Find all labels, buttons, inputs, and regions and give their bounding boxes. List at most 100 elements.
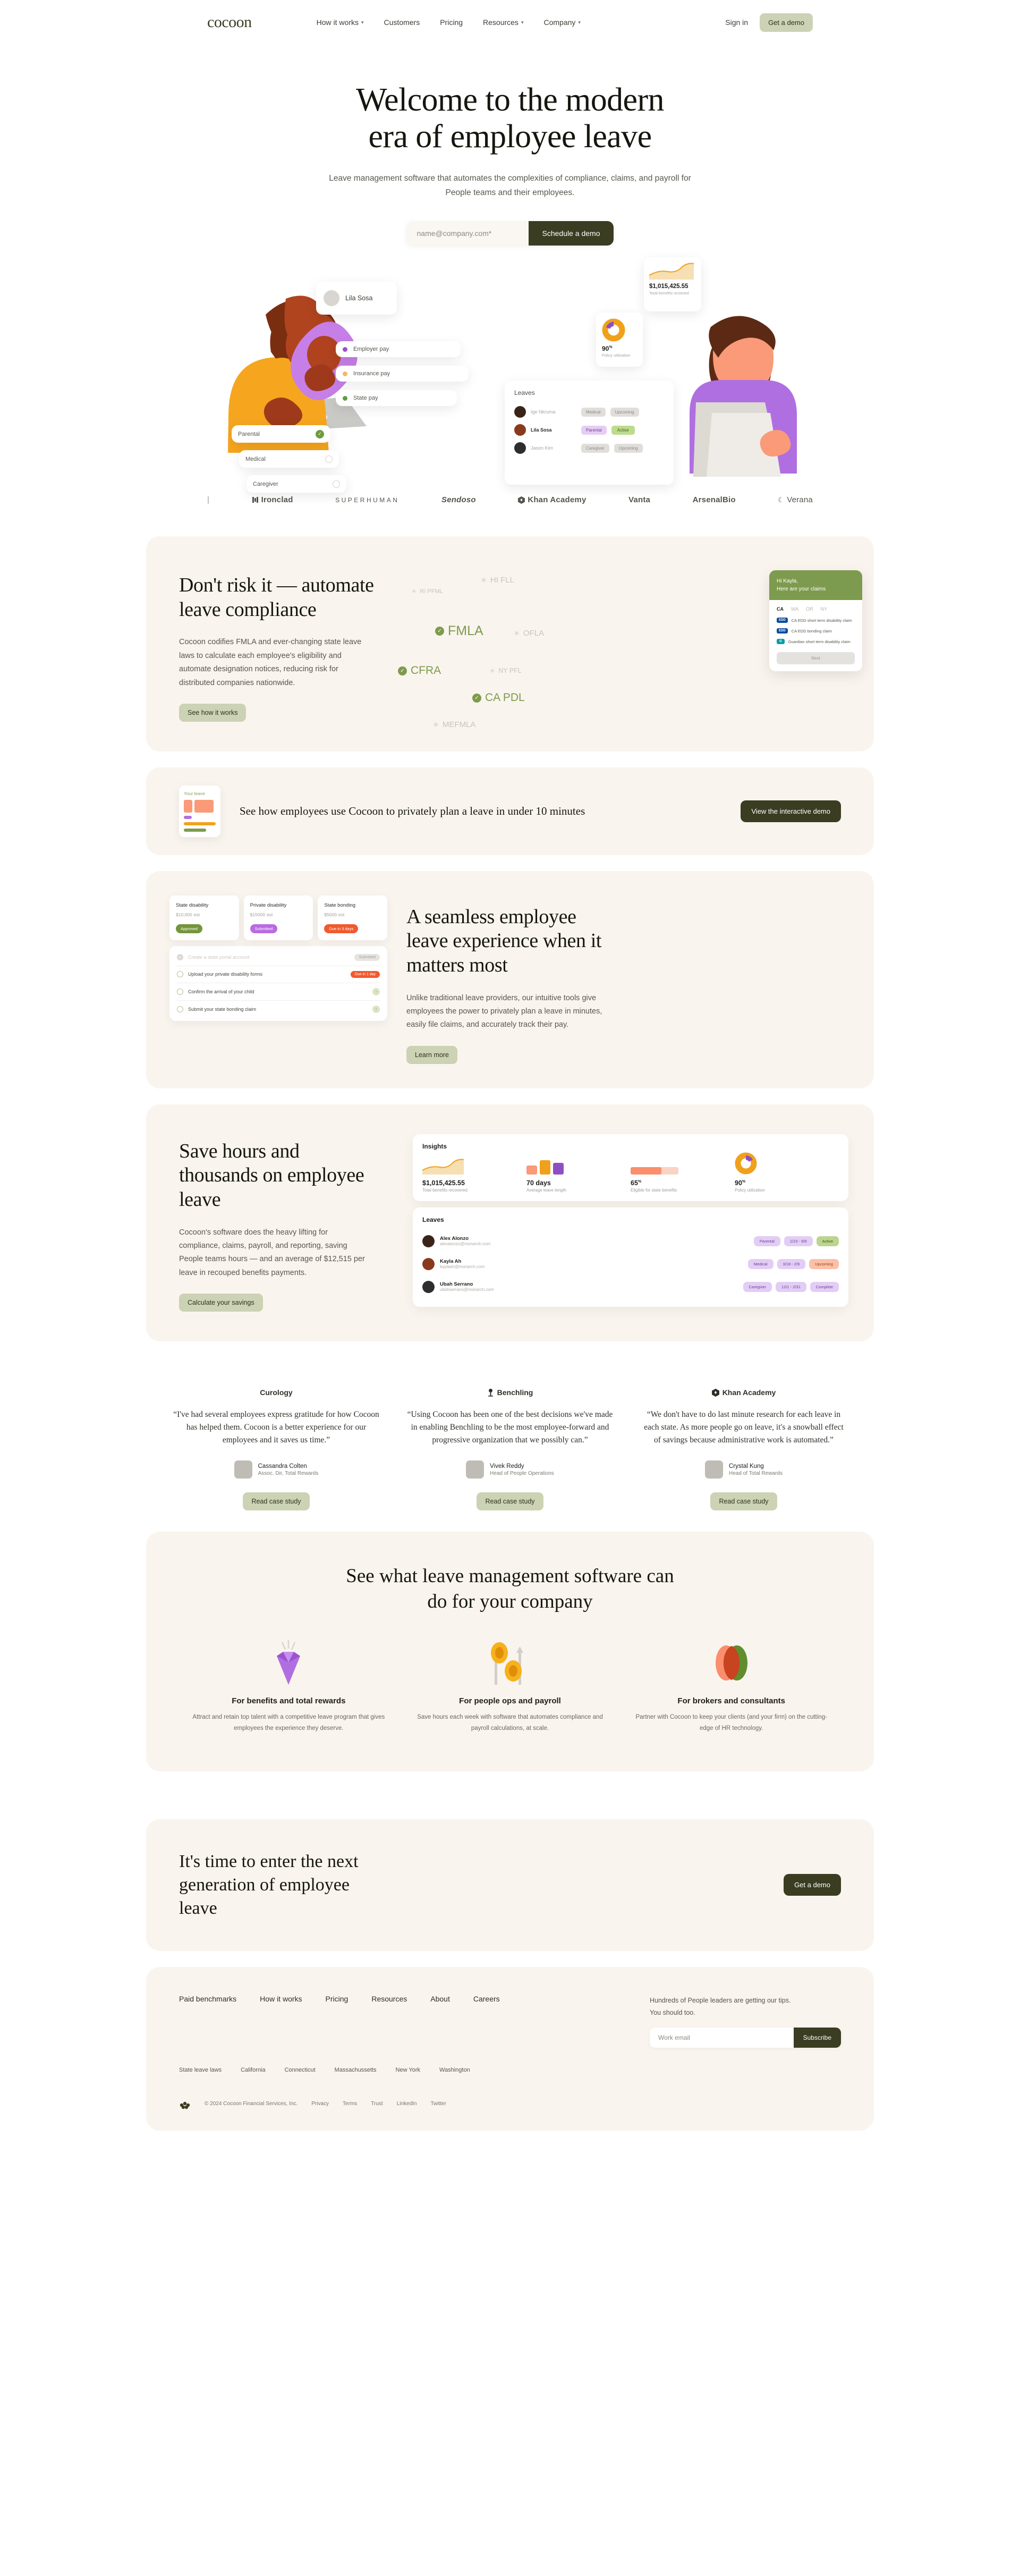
law-ri-pfml: ✳ RI PFML: [412, 588, 443, 595]
nav-item-pricing[interactable]: Pricing: [440, 18, 463, 27]
hero-email-form: Schedule a demo: [406, 221, 614, 246]
footer-legal-trust[interactable]: Trust: [371, 2101, 382, 2107]
interactive-demo-strip: Your leave See how employees use Cocoon …: [146, 767, 874, 855]
person-laptop-illustration: [690, 316, 797, 477]
schedule-demo-button[interactable]: Schedule a demo: [528, 221, 614, 246]
insights-card: Insights $1,015,425.55 Total benefits re…: [413, 1134, 848, 1201]
testimonial-khan-academy: Khan Academy “We don't have to do last m…: [627, 1388, 861, 1511]
tab-or[interactable]: OR: [806, 606, 813, 612]
cocoon-logo[interactable]: cocoon: [207, 13, 252, 31]
brand-label: Benchling: [497, 1388, 533, 1397]
insight-label: Total benefits recovered: [422, 1187, 468, 1193]
footer-link-how-it-works[interactable]: How it works: [260, 1995, 302, 2003]
tab-wa[interactable]: WA: [791, 606, 798, 612]
law-label: HI FLL: [490, 576, 514, 585]
footer-legal-linkedin[interactable]: LinkedIn: [397, 2101, 417, 2107]
table-row[interactable]: Alex Alonzo alexalonzo@monaroh.com Paren…: [422, 1230, 839, 1253]
get-a-demo-button[interactable]: Get a demo: [760, 13, 813, 32]
bar-1: [526, 1165, 537, 1175]
quote-author: Crystal Kung Head of Total Rewards: [641, 1460, 847, 1479]
task-row[interactable]: Submit your state bonding claim ›: [177, 1001, 380, 1018]
footer-legal-privacy[interactable]: Privacy: [311, 2101, 329, 2107]
newsletter-form: Subscribe: [650, 2028, 841, 2048]
view-interactive-demo-button[interactable]: View the interactive demo: [741, 800, 841, 822]
chevron-down-icon: ▾: [578, 19, 581, 25]
status-badge: Active: [816, 1236, 839, 1246]
footer-state-links: State leave laws California Connecticut …: [179, 2067, 841, 2073]
insights-row: $1,015,425.55 Total benefits recovered 7…: [422, 1152, 839, 1193]
amount: $10,000: [176, 911, 192, 917]
table-row[interactable]: Ubah Serrano ubahserrano@monarch.com Car…: [422, 1276, 839, 1298]
insight-viz: [631, 1156, 735, 1175]
claims-next-button[interactable]: Next: [777, 652, 855, 665]
hero-art-right: $1,015,425.55 Total benefits recieved 90…: [505, 256, 813, 485]
hero-art-left: Lila Sosa Employer pay Insurance pay Sta…: [207, 261, 469, 493]
seamless-title: A seamless employee leave experience whe…: [406, 905, 841, 978]
nav-item-customers[interactable]: Customers: [384, 18, 420, 27]
chevron-right-icon[interactable]: ›: [372, 1005, 380, 1013]
footer-link-paid-benchmarks[interactable]: Paid benchmarks: [179, 1995, 236, 2003]
value-number: 90: [735, 1179, 742, 1187]
task-row[interactable]: ✓ Create a state portal account Submitte…: [177, 949, 380, 966]
nav-item-company[interactable]: Company ▾: [543, 18, 580, 27]
status-badge: Upcoming: [614, 443, 643, 453]
law-label: RI PFML: [420, 588, 443, 595]
leave-type-parental: Parental ✓: [232, 425, 330, 443]
read-case-study-button[interactable]: Read case study: [243, 1492, 310, 1511]
calculate-savings-button[interactable]: Calculate your savings: [179, 1294, 263, 1312]
row-tags: Caregiver 12/1 - 2/31 Complete: [743, 1281, 839, 1292]
row-tags: Medical 3/18 - 2/9 Upcoming: [747, 1259, 839, 1269]
footer-link-about[interactable]: About: [430, 1995, 450, 2003]
footer-link-careers[interactable]: Careers: [473, 1995, 500, 2003]
table-row[interactable]: Kayla Ah kaylaah@monarch.com Medical 3/1…: [422, 1253, 839, 1276]
save-title: Save hours and thousands on employee lea…: [179, 1139, 392, 1212]
footer-state-leave-laws[interactable]: State leave laws: [179, 2067, 222, 2073]
status-badge: Upcoming: [610, 407, 639, 417]
nav-actions: Sign in Get a demo: [725, 13, 813, 32]
learn-more-button[interactable]: Learn more: [406, 1045, 457, 1064]
subscribe-button[interactable]: Subscribe: [793, 2028, 841, 2048]
insight-value: 70 days: [526, 1179, 551, 1187]
insight-value: 90%: [735, 1179, 839, 1187]
insight-value: 65%: [631, 1179, 735, 1187]
check-icon: ✓: [435, 627, 444, 636]
read-case-study-button[interactable]: Read case study: [710, 1492, 777, 1511]
footer-state-california[interactable]: California: [241, 2067, 265, 2073]
tab-ca[interactable]: CA: [777, 606, 784, 612]
logo-superhuman: SUPERHUMAN: [335, 496, 400, 504]
footer-link-resources[interactable]: Resources: [371, 1995, 407, 2003]
testimonial-curology: Curology “I've had several employees exp…: [159, 1388, 393, 1511]
read-case-study-button[interactable]: Read case study: [477, 1492, 543, 1511]
footer-state-new-york[interactable]: New York: [396, 2067, 420, 2073]
khan-academy-icon: [711, 1388, 719, 1397]
work-email-input[interactable]: [650, 2028, 794, 2048]
compliance-body: Cocoon codifies FMLA and ever-changing s…: [179, 638, 362, 687]
leave-row: Ige Nkruma Medical Upcoming: [514, 403, 664, 421]
see-how-it-works-button[interactable]: See how it works: [179, 703, 246, 722]
footer-state-massachussetts[interactable]: Massachussetts: [335, 2067, 377, 2073]
avatar: [514, 442, 526, 454]
insight-benefits-recovered: $1,015,425.55 Total benefits recovered: [422, 1156, 526, 1193]
chevron-right-icon[interactable]: ›: [372, 987, 380, 995]
footer-link-pricing[interactable]: Pricing: [326, 1995, 348, 2003]
brand-name: Curology: [260, 1388, 293, 1397]
demo-strip-text: See how employees use Cocoon to privatel…: [240, 805, 585, 818]
nav-item-resources[interactable]: Resources ▾: [483, 18, 523, 27]
footer-state-connecticut[interactable]: Connecticut: [285, 2067, 316, 2073]
get-a-demo-button-cta[interactable]: Get a demo: [784, 1874, 841, 1896]
email-input[interactable]: [406, 221, 529, 246]
nav-item-how-it-works[interactable]: How it works ▾: [317, 18, 364, 27]
footer-legal-terms[interactable]: Terms: [343, 2101, 357, 2107]
sign-in-link[interactable]: Sign in: [725, 18, 748, 27]
leave-person: Ubah Serrano ubahserrano@monarch.com: [440, 1281, 494, 1292]
person-name: Kayla Ah: [440, 1259, 462, 1265]
task-row[interactable]: Confirm the arrival of your child ›: [177, 983, 380, 1001]
insight-viz: [735, 1152, 839, 1175]
leave-person: Alex Alonzo alexalonzo@monaroh.com: [440, 1236, 490, 1246]
footer-state-washington[interactable]: Washington: [439, 2067, 470, 2073]
footer-legal-twitter[interactable]: Twitter: [431, 2101, 446, 2107]
nav-label: Company: [543, 18, 576, 27]
tab-ny[interactable]: NY: [821, 606, 828, 612]
task-row[interactable]: Upload your private disability forms Due…: [177, 966, 380, 983]
nav-label: Resources: [483, 18, 518, 27]
